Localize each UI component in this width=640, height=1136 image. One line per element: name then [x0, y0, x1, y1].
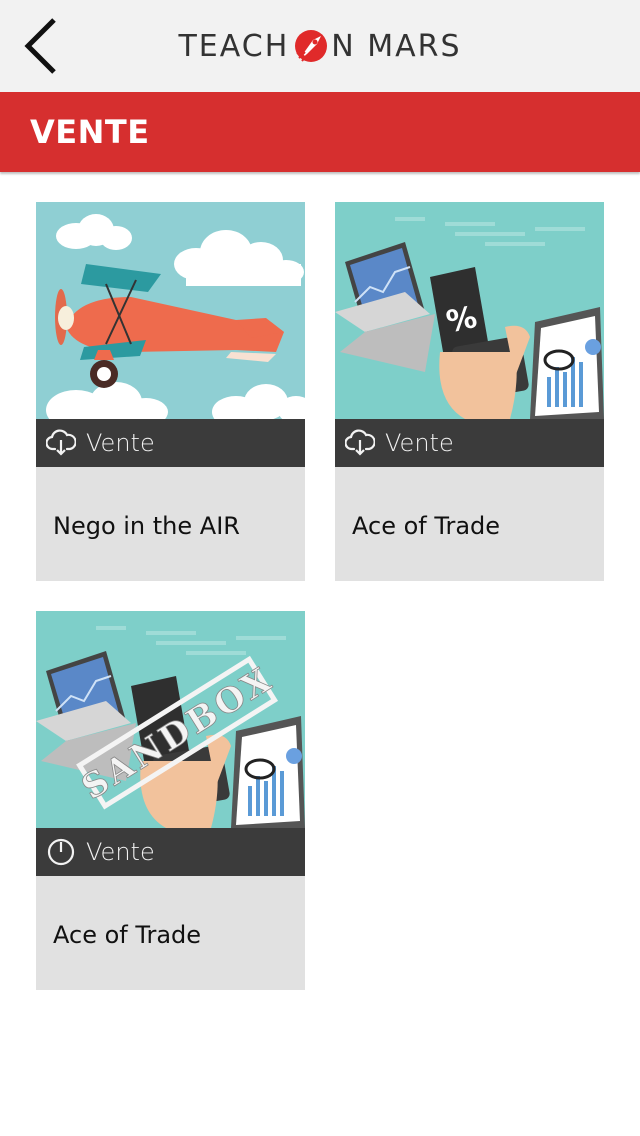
- cloud-download-icon: [345, 429, 375, 456]
- logo-text-left: TEACH: [178, 28, 290, 64]
- card-title: Ace of Trade: [53, 921, 202, 949]
- category-label: Vente: [86, 429, 155, 457]
- category-bar: Vente: [36, 419, 305, 467]
- card-title: Nego in the AIR: [53, 512, 240, 540]
- category-bar: Vente: [36, 828, 305, 876]
- course-card[interactable]: % Vente Ace of Trade: [335, 202, 604, 581]
- course-card[interactable]: Vente Nego in the AIR: [36, 202, 305, 581]
- top-bar: TEACH N MARS: [0, 0, 640, 92]
- logo-text-right: N MARS: [331, 28, 462, 64]
- card-title: Ace of Trade: [352, 512, 501, 540]
- category-bar: Vente: [335, 419, 604, 467]
- category-label: Vente: [86, 838, 155, 866]
- cloud-download-icon: [46, 429, 76, 456]
- app-logo: TEACH N MARS: [0, 0, 640, 92]
- section-header: VENTE: [0, 92, 640, 172]
- trade-illustration: %: [335, 202, 604, 419]
- rocket-icon: [293, 28, 329, 64]
- section-title: VENTE: [30, 113, 150, 151]
- airplane-illustration: [36, 202, 305, 419]
- course-card[interactable]: SANDBOX Vente Ace of Trade: [36, 611, 305, 990]
- category-label: Vente: [385, 429, 454, 457]
- trade-illustration: SANDBOX: [36, 611, 305, 828]
- power-icon: [47, 838, 75, 866]
